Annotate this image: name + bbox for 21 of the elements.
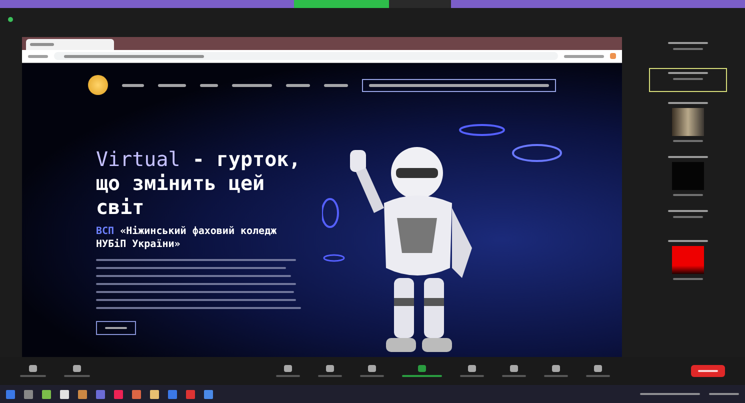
address-field[interactable]	[54, 52, 558, 60]
toolbar-control[interactable]	[402, 365, 442, 377]
toolbar-control[interactable]	[502, 365, 526, 377]
end-button[interactable]	[691, 365, 725, 377]
hero-subtitle: ВСП «Ніжинський фаховий коледж НУБіП України»	[96, 225, 278, 251]
toolbar-control[interactable]	[360, 365, 384, 377]
more-button[interactable]	[96, 321, 136, 335]
toolbar-control[interactable]	[544, 365, 568, 377]
toolbar-control[interactable]	[20, 365, 46, 377]
toolbar-control[interactable]	[318, 365, 342, 377]
toolbar-control[interactable]	[64, 365, 90, 377]
logo-icon[interactable]	[88, 75, 108, 95]
hero-heading: Virtual - гурток, що змінить цей світ	[96, 147, 302, 219]
toolbar-control[interactable]	[586, 365, 610, 377]
toolbar-control[interactable]	[460, 365, 484, 377]
toolbar-control[interactable]	[276, 365, 300, 377]
nav-button[interactable]	[362, 78, 556, 92]
video-thumbnail	[672, 246, 704, 274]
browser-tab[interactable]	[26, 39, 114, 50]
participant-tile[interactable]	[648, 68, 726, 92]
video-thumbnail	[672, 108, 704, 136]
